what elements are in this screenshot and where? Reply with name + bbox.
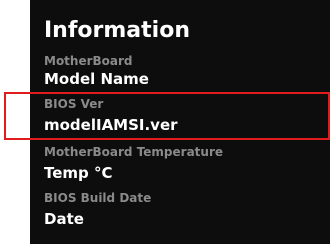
bios-build-date-label: BIOS Build Date (44, 191, 152, 205)
bios-ver-highlight-box (4, 92, 330, 140)
motherboard-value: Model Name (44, 70, 149, 88)
motherboard-label: MotherBoard (44, 54, 133, 68)
motherboard-temperature-label: MotherBoard Temperature (44, 145, 224, 159)
panel-title: Information (44, 18, 190, 43)
bios-build-date-value: Date (44, 210, 84, 228)
temperature-value: Temp °C (44, 164, 113, 182)
